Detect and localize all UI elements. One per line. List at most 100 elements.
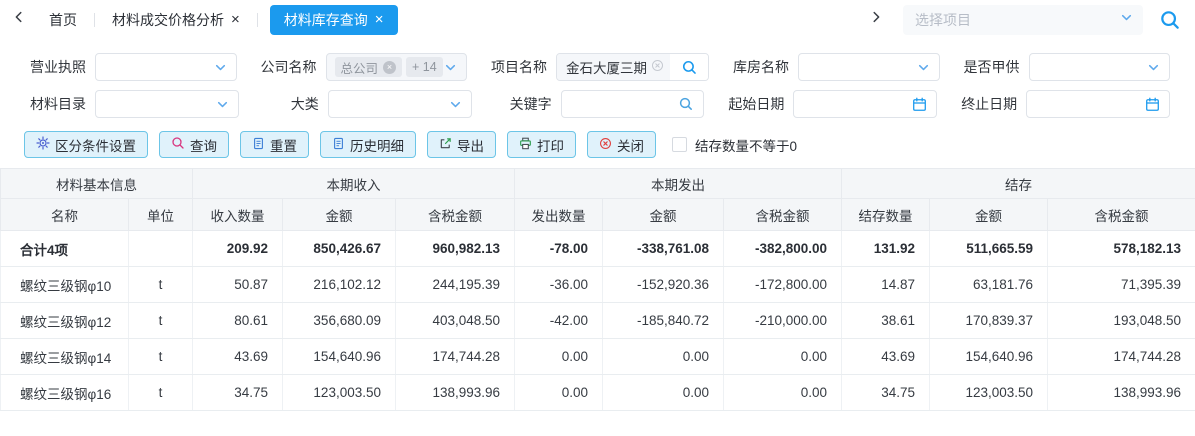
nav-back-button[interactable] — [6, 5, 32, 35]
end-date-input[interactable] — [1026, 90, 1170, 118]
table-cell: 174,744.28 — [1048, 339, 1195, 375]
table-cell: 850,426.67 — [283, 231, 396, 267]
table-cell: 138,993.96 — [1048, 375, 1195, 411]
tag-close-icon[interactable]: × — [383, 61, 396, 74]
search-icon[interactable] — [1157, 7, 1183, 33]
export-button[interactable]: 导出 — [427, 131, 496, 158]
tab-label: 材料库存查询 — [284, 10, 368, 30]
table-row[interactable]: 螺纹三级钢φ16t34.75123,003.50138,993.960.000.… — [1, 375, 1195, 411]
chevron-right-icon — [869, 10, 883, 29]
column-header-cell[interactable]: 收入数量 — [193, 199, 283, 231]
table-cell: 63,181.76 — [930, 267, 1048, 303]
table-row[interactable]: 螺纹三级钢φ14t43.69154,640.96174,744.280.000.… — [1, 339, 1195, 375]
printer-icon — [519, 137, 532, 153]
button-label: 历史明细 — [350, 135, 404, 155]
chevron-down-icon — [917, 61, 930, 74]
filter-panel: 营业执照 公司名称 总公司 × + 14 — [0, 39, 1195, 128]
column-header-cell[interactable]: 发出数量 — [515, 199, 603, 231]
query-button[interactable]: 查询 — [159, 131, 229, 158]
condition-settings-button[interactable]: 区分条件设置 — [24, 131, 148, 158]
group-header-row: 材料基本信息本期收入本期发出结存 — [1, 169, 1195, 199]
table-cell: 123,003.50 — [283, 375, 396, 411]
balance-nonzero-filter[interactable]: 结存数量不等于0 — [672, 135, 797, 155]
field-keyword: 关键字 — [490, 90, 705, 118]
table-cell: 43.69 — [842, 339, 930, 375]
chevron-down-icon — [216, 98, 229, 111]
table-row[interactable]: 螺纹三级钢φ12t80.61356,680.09403,048.50-42.00… — [1, 303, 1195, 339]
table-cell: 209.92 — [193, 231, 283, 267]
button-label: 导出 — [457, 135, 484, 155]
group-header-cell: 本期发出 — [515, 169, 842, 199]
tab-material-inventory-query[interactable]: 材料库存查询 × — [270, 5, 398, 35]
table-cell: -210,000.00 — [724, 303, 842, 339]
table-cell: 0.00 — [724, 339, 842, 375]
field-project-name: 项目名称 金石大厦三期 — [485, 53, 709, 81]
field-end-date: 终止日期 — [955, 90, 1170, 118]
column-header-cell[interactable]: 名称 — [1, 199, 129, 231]
column-header-cell[interactable]: 含税金额 — [396, 199, 515, 231]
table-cell: 螺纹三级钢φ10 — [1, 267, 129, 303]
calendar-icon[interactable] — [1145, 97, 1160, 112]
button-label: 重置 — [270, 135, 297, 155]
owner-supplied-select[interactable] — [1029, 53, 1171, 81]
major-category-select[interactable] — [328, 90, 472, 118]
material-catalog-select[interactable] — [95, 90, 239, 118]
chevron-down-icon — [444, 61, 457, 74]
project-name-input[interactable]: 金石大厦三期 — [556, 53, 709, 81]
close-icon[interactable]: × — [231, 12, 240, 27]
table-cell: 合计4项 — [1, 231, 129, 267]
table-row[interactable]: 合计4项209.92850,426.67960,982.13-78.00-338… — [1, 231, 1195, 267]
table-cell: 154,640.96 — [930, 339, 1048, 375]
warehouse-name-select[interactable] — [798, 53, 940, 81]
history-detail-button[interactable]: 历史明细 — [320, 131, 416, 158]
table-cell: -78.00 — [515, 231, 603, 267]
column-header-cell[interactable]: 结存数量 — [842, 199, 930, 231]
table-row[interactable]: 螺纹三级钢φ10t50.87216,102.12244,195.39-36.00… — [1, 267, 1195, 303]
table-body: 合计4项209.92850,426.67960,982.13-78.00-338… — [1, 231, 1195, 411]
column-header-cell[interactable]: 金额 — [603, 199, 724, 231]
column-header-cell[interactable]: 含税金额 — [1048, 199, 1195, 231]
table-cell: 34.75 — [842, 375, 930, 411]
business-license-select[interactable] — [95, 53, 237, 81]
tag-text: + 14 — [412, 60, 437, 74]
project-select[interactable]: 选择项目 — [903, 5, 1143, 35]
column-header-cell[interactable]: 单位 — [129, 199, 193, 231]
column-header-cell[interactable]: 金额 — [283, 199, 396, 231]
field-label: 终止日期 — [955, 94, 1017, 114]
checkbox-label: 结存数量不等于0 — [695, 135, 797, 155]
toolbar: 区分条件设置 查询 重置 历史明细 导出 打印 关闭 — [0, 128, 1195, 168]
field-owner-supplied: 是否甲供 — [958, 53, 1171, 81]
tab-home[interactable]: 首页 — [32, 5, 94, 35]
table-cell: 0.00 — [515, 375, 603, 411]
close-button[interactable]: 关闭 — [587, 131, 656, 158]
field-material-catalog: 材料目录 — [24, 90, 239, 118]
search-icon[interactable] — [678, 96, 694, 112]
company-name-select[interactable]: 总公司 × + 14 — [326, 53, 468, 81]
group-header-cell: 结存 — [842, 169, 1195, 199]
table-cell: -36.00 — [515, 267, 603, 303]
checkbox[interactable] — [672, 137, 687, 152]
button-label: 区分条件设置 — [55, 135, 136, 155]
reset-button[interactable]: 重置 — [240, 131, 309, 158]
column-header-cell[interactable]: 含税金额 — [724, 199, 842, 231]
table-cell: 0.00 — [724, 375, 842, 411]
tab-material-price-analysis[interactable]: 材料成交价格分析 × — [95, 5, 257, 35]
keyword-input[interactable] — [561, 90, 705, 118]
table-cell: -42.00 — [515, 303, 603, 339]
clear-icon[interactable] — [651, 59, 664, 75]
tag-text: 总公司 — [341, 58, 379, 77]
column-header-cell[interactable]: 金额 — [930, 199, 1048, 231]
nav-forward-button[interactable] — [863, 5, 889, 35]
lookup-search-button[interactable] — [670, 54, 708, 80]
selected-tag: 总公司 × — [335, 57, 403, 77]
start-date-input[interactable] — [793, 90, 937, 118]
print-button[interactable]: 打印 — [507, 131, 576, 158]
tab-label: 材料成交价格分析 — [112, 10, 224, 30]
chevron-down-icon — [1120, 11, 1133, 29]
table-cell: 0.00 — [515, 339, 603, 375]
table-cell: 403,048.50 — [396, 303, 515, 339]
field-label: 起始日期 — [722, 94, 784, 114]
calendar-icon[interactable] — [912, 97, 927, 112]
close-icon[interactable]: × — [375, 12, 384, 27]
table-cell: t — [129, 339, 193, 375]
